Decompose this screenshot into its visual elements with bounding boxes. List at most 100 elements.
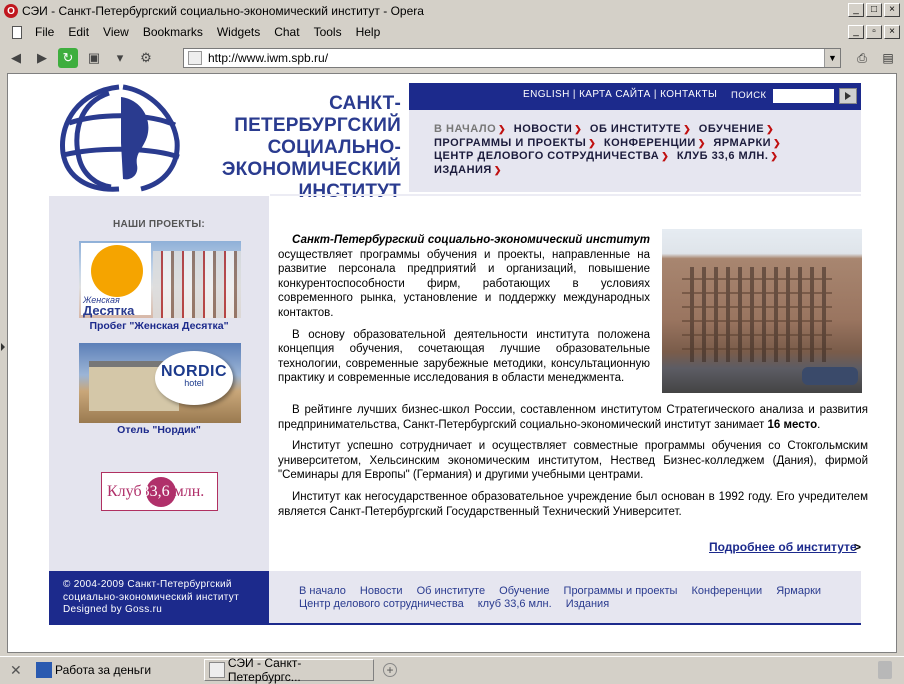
paragraph-4: Институт успешно сотрудничает и осуществ… [278, 440, 868, 482]
page-minimize-button[interactable]: _ [848, 25, 864, 39]
site-name-line1: САНКТ-ПЕТЕРБУРГСКИЙ [234, 93, 401, 136]
paragraph-2: В основу образовательной деятельности ин… [278, 328, 650, 385]
nav-club[interactable]: КЛУБ 33,6 МЛН. ❯ [677, 150, 779, 162]
nav-education[interactable]: ОБУЧЕНИЕ ❯ [699, 123, 774, 135]
menu-help[interactable]: Help [349, 25, 388, 39]
settings-icon[interactable]: ⚙ [136, 48, 156, 68]
search-input[interactable] [773, 89, 834, 103]
footer-link-publications[interactable]: Издания [566, 598, 609, 610]
intro-paragraph: Санкт-Петербургский социально-экономичес… [278, 233, 650, 321]
nav-home[interactable]: В НАЧАЛО ❯ [434, 123, 506, 135]
nav-fairs-label: ЯРМАРКИ [713, 136, 772, 149]
camera-icon[interactable]: ▣ [84, 48, 104, 68]
womens-ten-logo-big: Десятка [83, 303, 135, 318]
menu-edit[interactable]: Edit [61, 25, 96, 39]
club-number: 33,6 [141, 483, 170, 500]
footer-nav-row2: Центр делового сотрудничества клуб 33,6 … [299, 597, 620, 611]
address-url[interactable]: http://www.iwm.spb.ru/ [208, 51, 328, 65]
nav-business-center[interactable]: ЦЕНТР ДЕЛОВОГО СОТРУДНИЧЕСТВА ❯ [434, 150, 669, 162]
womens-ten-logo: Женская Десятка [81, 243, 151, 318]
top-bar: ENGLISH | КАРТА САЙТА | КОНТАКТЫ ПОИСК [409, 83, 861, 110]
designed-by[interactable]: Designed by Goss.ru [63, 604, 269, 617]
project-womens-ten-caption[interactable]: Пробег "Женская Десятка" [49, 320, 269, 332]
site-name-line3: ЭКОНОМИЧЕСКИЙ [221, 159, 401, 180]
print-icon[interactable]: ⎙ [852, 48, 872, 68]
nav-publications[interactable]: ИЗДАНИЯ ❯ [434, 164, 502, 176]
intro-block: Санкт-Петербургский социально-экономичес… [278, 233, 650, 393]
nav-arrow-icon: ❯ [770, 151, 779, 161]
top-links: ENGLISH | КАРТА САЙТА | КОНТАКТЫ [523, 89, 718, 100]
footer-link-business-center[interactable]: Центр делового сотрудничества [299, 598, 464, 610]
panel-toggle-icon[interactable] [1, 343, 5, 351]
menu-chat[interactable]: Chat [267, 25, 306, 39]
site-logo[interactable]: САНКТ-ПЕТЕРБУРГСКИЙ СОЦИАЛЬНО- ЭКОНОМИЧЕ… [49, 83, 409, 202]
project-womens-ten-image[interactable]: Женская Десятка [79, 241, 241, 318]
reader-icon[interactable]: ▤ [878, 48, 898, 68]
menu-widgets[interactable]: Widgets [210, 25, 267, 39]
address-dropdown-icon[interactable]: ▼ [824, 49, 840, 67]
nav-publications-label: ИЗДАНИЯ [434, 163, 492, 176]
page-restore-button[interactable]: ▫ [866, 25, 882, 39]
more-arrow-icon: > [854, 540, 862, 554]
task-page-icon [209, 662, 225, 678]
footer-link-about[interactable]: Об институте [417, 585, 486, 597]
institute-building-photo [662, 229, 862, 393]
nav-fairs[interactable]: ЯРМАРКИ ❯ [713, 137, 781, 149]
project-nordic-hotel-image[interactable]: NORDIC hotel [79, 343, 241, 423]
divider [270, 194, 861, 196]
task-work-for-money[interactable]: Работа за деньги [36, 659, 201, 681]
copyright-line1: © 2004-2009 Санкт-Петербургский [63, 579, 232, 590]
link-contacts[interactable]: КОНТАКТЫ [660, 89, 717, 100]
club-banner[interactable]: Клуб33,6 млн. [101, 472, 218, 511]
nav-arrow-icon: ❯ [697, 137, 706, 148]
opera-logo-icon: O [4, 4, 18, 18]
nav-arrow-icon: ❯ [493, 164, 502, 175]
footer-link-education[interactable]: Обучение [499, 585, 549, 597]
footer-link-conferences[interactable]: Конференции [691, 585, 762, 597]
task-sei-page[interactable]: СЭИ - Санкт-Петербургс... [204, 656, 374, 684]
footer-link-club[interactable]: клуб 33,6 млн. [478, 598, 552, 610]
building-windows [682, 267, 832, 362]
nav-about-label: ОБ ИНСТИТУТЕ [589, 123, 682, 135]
window-title: СЭИ - Санкт-Петербургский социально-экон… [22, 4, 424, 18]
task-page-icon [36, 662, 52, 678]
car-shape [802, 367, 858, 385]
dropdown-icon[interactable]: ▾ [110, 48, 130, 68]
reload-icon[interactable]: ↻ [58, 48, 78, 68]
footer-link-fairs[interactable]: Ярмарки [776, 585, 821, 597]
footer-line [49, 623, 861, 625]
taskbar: ✕ Работа за деньги СЭИ - Санкт-Петербург… [0, 656, 904, 684]
nav-about[interactable]: ОБ ИНСТИТУТЕ ❯ [590, 123, 691, 135]
projects-title: НАШИ ПРОЕКТЫ: [112, 219, 206, 230]
trash-icon[interactable] [878, 661, 892, 679]
page-close-button[interactable]: × [884, 25, 900, 39]
site-name-line2: СОЦИАЛЬНО- [267, 137, 401, 158]
forward-arrow-icon[interactable]: ▶ [32, 48, 52, 68]
lower-paragraphs: В рейтинге лучших бизнес-школ России, со… [278, 403, 868, 526]
link-sitemap[interactable]: КАРТА САЙТА [579, 89, 651, 100]
maximize-button[interactable]: □ [866, 3, 882, 17]
minimize-button[interactable]: _ [848, 3, 864, 17]
favicon-icon [188, 51, 202, 65]
search-submit-button[interactable] [839, 88, 857, 104]
paragraph-3-rank: 16 место [767, 418, 818, 431]
menu-file[interactable]: File [28, 25, 61, 39]
footer-link-home[interactable]: В начало [299, 585, 346, 597]
nav-conferences[interactable]: КОНФЕРЕНЦИИ ❯ [604, 137, 706, 149]
close-button[interactable]: × [884, 3, 900, 17]
project-nordic-hotel-caption[interactable]: Отель "Нордик" [49, 424, 269, 436]
menu-tools[interactable]: Tools [307, 25, 349, 39]
address-bar[interactable]: http://www.iwm.spb.ru/ ▼ [183, 48, 841, 68]
more-about-link[interactable]: Подробнее об институте [709, 540, 857, 554]
nav-news[interactable]: НОВОСТИ ❯ [514, 123, 583, 135]
back-arrow-icon[interactable]: ◀ [6, 48, 26, 68]
new-tab-icon[interactable]: + [383, 663, 397, 677]
nav-programs[interactable]: ПРОГРАММЫ И ПРОЕКТЫ ❯ [434, 137, 596, 149]
footer-link-news[interactable]: Новости [360, 585, 403, 597]
menu-bookmarks[interactable]: Bookmarks [136, 25, 210, 39]
link-english[interactable]: ENGLISH [523, 89, 570, 100]
menu-view[interactable]: View [96, 25, 136, 39]
tools-icon[interactable]: ✕ [10, 662, 26, 678]
nav-education-label: ОБУЧЕНИЕ [698, 123, 765, 135]
footer-link-programs[interactable]: Программы и проекты [564, 585, 678, 597]
